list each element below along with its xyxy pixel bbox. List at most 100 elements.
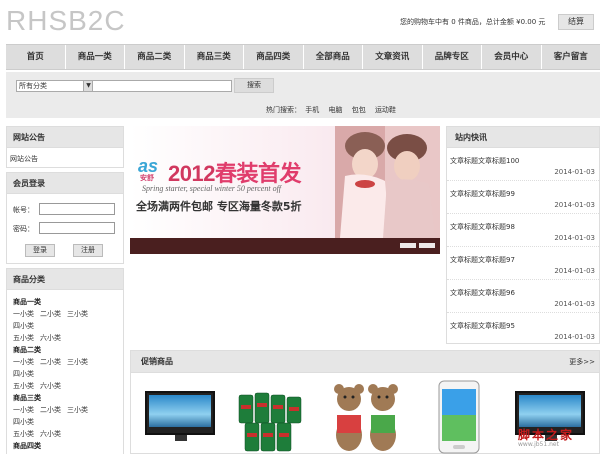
product-beer-image[interactable] (233, 379, 311, 454)
subcategory-link[interactable]: 六小类 (40, 332, 61, 344)
category-group[interactable]: 商品二类 (13, 344, 117, 356)
login-panel: 会员登录 帐号： 密码： 登录 注册 (6, 172, 124, 264)
category-select[interactable]: 所有分类 ▼ (16, 80, 94, 92)
page: RHSB2C 您的购物车中有 0 件商品，总计金额 ¥0.00 元 结算 首页 … (0, 0, 600, 454)
nav-articles[interactable]: 文章资讯 (363, 45, 423, 69)
subcategory-link[interactable]: 六小类 (40, 428, 61, 440)
nav-guestbook[interactable]: 客户留言 (542, 45, 600, 69)
product-bears-image[interactable] (327, 379, 405, 454)
news-item[interactable]: 文章标题文章标题100 2014-01-03 (447, 148, 599, 181)
news-item-title[interactable]: 文章标题文章标题100 (450, 156, 519, 166)
nav-category-4[interactable]: 商品四类 (244, 45, 304, 69)
username-input[interactable] (39, 203, 115, 215)
subcategory-link[interactable]: 五小类 (13, 428, 34, 440)
hot-term[interactable]: 包包 (352, 106, 366, 114)
banner-year: 2012 (168, 161, 215, 186)
news-item[interactable]: 文章标题文章标题99 2014-01-03 (447, 181, 599, 214)
username-label: 帐号： (13, 206, 34, 214)
checkout-button[interactable]: 结算 (558, 14, 594, 30)
subcategory-link[interactable]: 二小类 (40, 356, 61, 368)
password-input[interactable] (39, 222, 115, 234)
hero-banner[interactable]: as 安舒 2012春装首发 Spring starter, special w… (130, 126, 440, 254)
news-item-date: 2014-01-03 (554, 201, 595, 209)
nav-category-1[interactable]: 商品一类 (66, 45, 125, 69)
subcategory-link[interactable]: 三小类 (67, 356, 88, 368)
news-title: 站内快讯 (447, 127, 599, 148)
news-panel: 站内快讯 文章标题文章标题100 2014-01-03 文章标题文章标题99 201… (446, 126, 600, 344)
subcategory-link[interactable]: 二小类 (40, 308, 61, 320)
tv-image (145, 391, 215, 441)
product-tv[interactable] (141, 379, 219, 454)
subcategory-row: 一小类 二小类 三小类四小类 (13, 404, 117, 428)
watermark-text: 脚本之家 (518, 428, 575, 442)
nav-brands[interactable]: 品牌专区 (423, 45, 482, 69)
site-logo[interactable]: RHSB2C (6, 5, 126, 37)
category-select-value: 所有分类 (19, 82, 47, 90)
subcategory-row: 五小类 六小类 (13, 380, 117, 392)
notice-title: 网站公告 (7, 127, 123, 148)
category-group[interactable]: 商品四类 (13, 440, 117, 452)
subcategory-row: 五小类 六小类 (13, 428, 117, 440)
subcategory-link[interactable]: 三小类 (67, 404, 88, 416)
news-item-title[interactable]: 文章标题文章标题98 (450, 222, 515, 232)
category-group[interactable]: 商品一类 (13, 296, 117, 308)
news-item-date: 2014-01-03 (554, 168, 595, 176)
news-item-title[interactable]: 文章标题文章标题97 (450, 255, 515, 265)
nav-all-products[interactable]: 全部商品 (304, 45, 363, 69)
subcategory-link[interactable]: 六小类 (40, 380, 61, 392)
subcategory-link[interactable]: 一小类 (13, 308, 34, 320)
slide-dot[interactable] (400, 243, 416, 248)
hot-search-label: 热门搜索： (266, 106, 301, 114)
models-image (335, 126, 440, 238)
category-group[interactable]: 商品三类 (13, 392, 117, 404)
subcategory-link[interactable]: 五小类 (13, 332, 34, 344)
search-bar: 所有分类 ▼ 搜索 热门搜索： 手机 电脑 包包 运动鞋 (6, 72, 600, 118)
hot-search: 热门搜索： 手机 电脑 包包 运动鞋 (266, 105, 403, 115)
news-item-date: 2014-01-03 (554, 300, 595, 308)
news-item-title[interactable]: 文章标题文章标题96 (450, 288, 515, 298)
more-link[interactable]: 更多>> (569, 357, 595, 367)
subcategory-link[interactable]: 四小类 (13, 320, 34, 332)
news-item[interactable]: 文章标题文章标题95 2014-01-03 (447, 313, 599, 346)
category-list: 商品一类 一小类 二小类 三小类四小类 五小类 六小类 商品二类 一小类 二小类 三小类四… (7, 290, 123, 454)
category-panel: 商品分类 商品一类 一小类 二小类 三小类四小类 五小类 六小类 商品二类 一小类 二小… (6, 268, 124, 454)
hot-term[interactable]: 手机 (305, 106, 319, 114)
subcategory-link[interactable]: 三小类 (67, 308, 88, 320)
subcategory-link[interactable]: 二小类 (40, 404, 61, 416)
search-button[interactable]: 搜索 (234, 78, 274, 93)
nav-home[interactable]: 首页 (6, 45, 66, 69)
product-phone-image[interactable] (421, 379, 499, 454)
category-title: 商品分类 (7, 269, 123, 290)
slider-indicators (400, 243, 435, 249)
watermark-url: www.jb51.net (518, 441, 559, 448)
news-item[interactable]: 文章标题文章标题98 2014-01-03 (447, 214, 599, 247)
news-item-title[interactable]: 文章标题文章标题99 (450, 189, 515, 199)
notice-body: 网站公告 (10, 155, 38, 163)
login-button[interactable]: 登录 (25, 244, 55, 257)
cart-summary: 您的购物车中有 0 件商品，总计金额 ¥0.00 元 (400, 18, 546, 26)
subcategory-link[interactable]: 四小类 (13, 416, 34, 428)
main-nav: 首页 商品一类 商品二类 商品三类 商品四类 全部商品 文章资讯 品牌专区 会员… (6, 44, 600, 70)
news-item-title[interactable]: 文章标题文章标题95 (450, 321, 515, 331)
news-item-date: 2014-01-03 (554, 267, 595, 275)
news-item[interactable]: 文章标题文章标题97 2014-01-03 (447, 247, 599, 280)
nav-category-2[interactable]: 商品二类 (125, 45, 185, 69)
search-input[interactable] (92, 80, 232, 92)
subcategory-row: 一小类 二小类 三小类四小类 (13, 356, 117, 380)
news-item[interactable]: 文章标题文章标题96 2014-01-03 (447, 280, 599, 313)
hot-term[interactable]: 运动鞋 (375, 106, 396, 114)
nav-category-3[interactable]: 商品三类 (185, 45, 244, 69)
news-item-date: 2014-01-03 (554, 333, 595, 341)
register-button[interactable]: 注册 (73, 244, 103, 257)
subcategory-link[interactable]: 四小类 (13, 368, 34, 380)
login-title: 会员登录 (7, 173, 123, 194)
password-label: 密码： (13, 225, 34, 233)
subcategory-link[interactable]: 一小类 (13, 356, 34, 368)
notice-panel: 网站公告 网站公告 (6, 126, 124, 168)
subcategory-link[interactable]: 一小类 (13, 404, 34, 416)
nav-member-center[interactable]: 会员中心 (482, 45, 542, 69)
slide-dot[interactable] (419, 243, 435, 248)
banner-subline: Spring starter, special winter 50 percen… (142, 184, 282, 193)
hot-term[interactable]: 电脑 (328, 106, 342, 114)
subcategory-link[interactable]: 五小类 (13, 380, 34, 392)
